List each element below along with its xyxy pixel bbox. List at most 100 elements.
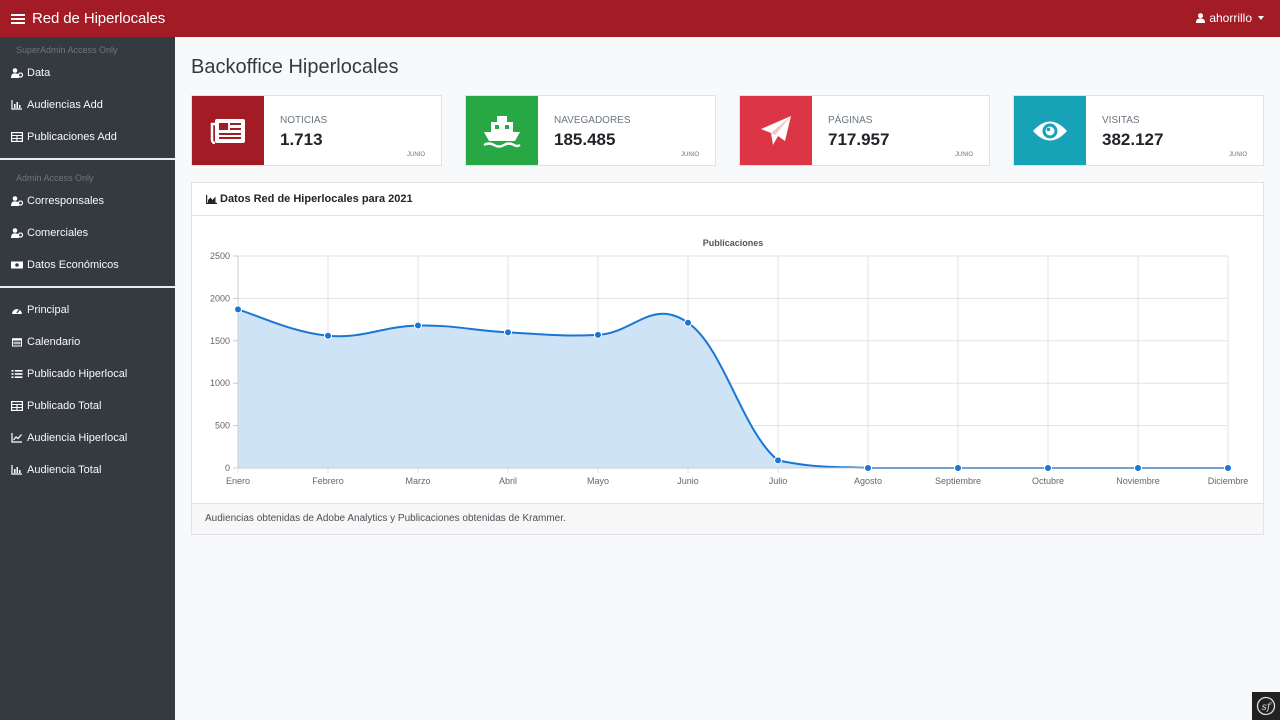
x-tick-label: Enero [226, 476, 250, 486]
y-tick-label: 0 [225, 463, 230, 473]
sidebar-item-label: Comerciales [27, 227, 89, 239]
section-heading-admin: Admin Access Only [16, 173, 94, 183]
user-cog-icon [11, 68, 23, 78]
x-tick-label: Septiembre [935, 476, 981, 486]
sidebar-item-label: Publicado Hiperlocal [27, 368, 128, 380]
sidebar-item-label: Audiencia Hiperlocal [27, 432, 128, 444]
sidebar-item-label: Audiencias Add [27, 99, 103, 111]
data-point-abril [504, 328, 512, 337]
stat-icon-box [740, 96, 812, 165]
stat-period: JUNIO [955, 152, 973, 158]
eye-icon [1033, 121, 1067, 140]
sidebar-item-label: Audiencia Total [27, 464, 102, 476]
user-icon [1196, 13, 1206, 23]
x-tick-label: Octubre [1032, 476, 1064, 486]
sidebar-item-data[interactable]: Data [0, 57, 175, 89]
y-tick-label: 2500 [210, 251, 230, 261]
stat-period: JUNIO [681, 152, 699, 158]
sidebar-item-label: Data [27, 67, 51, 79]
stat-period: JUNIO [1229, 152, 1247, 158]
data-point-junio [684, 318, 692, 327]
user-cog-icon [11, 196, 23, 206]
area-chart-icon [206, 194, 217, 204]
sidebar-item-principal[interactable]: Principal [0, 294, 175, 326]
sidebar-item-audiencia-hiperlocal[interactable]: Audiencia Hiperlocal [0, 422, 175, 454]
x-tick-label: Abril [499, 476, 517, 486]
sidebar-item-label: Calendario [27, 336, 81, 348]
stat-card-paginas: PÁGINAS 717.957 JUNIO [739, 95, 990, 166]
brand-title[interactable]: Red de Hiperlocales [32, 10, 165, 27]
sidebar-item-label: Principal [27, 304, 70, 316]
main-content: Backoffice Hiperlocales NOTICIAS 1.713 J… [175, 37, 1280, 720]
x-tick-label: Noviembre [1116, 476, 1160, 486]
data-point-septiembre [954, 464, 962, 472]
card-title: Datos Red de Hiperlocales para 2021 [220, 193, 413, 205]
x-tick-label: Diciembre [1208, 476, 1249, 486]
stat-icon-box [466, 96, 538, 165]
data-point-febrero [324, 331, 332, 340]
x-tick-label: Marzo [405, 476, 430, 486]
list-icon [11, 369, 23, 379]
data-point-marzo [414, 321, 422, 330]
data-point-diciembre [1224, 464, 1232, 472]
symfony-debug-icon[interactable]: sf [1252, 692, 1280, 720]
sidebar-item-label: Publicaciones Add [27, 131, 117, 143]
x-tick-label: Mayo [587, 476, 609, 486]
table-icon [11, 132, 23, 142]
stat-value: 382.127 [1102, 130, 1164, 149]
stat-label: NOTICIAS [280, 115, 328, 126]
sidebar-item-label: Corresponsales [27, 195, 105, 207]
stat-icon-box [1014, 96, 1086, 165]
sidebar-item-publicado-hiperlocal[interactable]: Publicado Hiperlocal [0, 358, 175, 390]
section-heading-superadmin: SuperAdmin Access Only [16, 45, 118, 55]
x-tick-label: Febrero [312, 476, 344, 486]
user-menu[interactable]: ahorrillo [1196, 11, 1264, 25]
bar-chart-icon [11, 465, 23, 475]
chart-title: Publicaciones [703, 238, 764, 248]
y-tick-label: 1500 [210, 336, 230, 346]
chart-svg: Publicaciones 0 500 1000 1500 2000 2500 Enero Fe… [210, 238, 1249, 486]
money-icon [11, 260, 23, 270]
sidebar-item-label: Publicado Total [27, 400, 102, 412]
bar-chart-icon [11, 100, 23, 110]
line-chart-icon [11, 433, 23, 443]
newspaper-icon [210, 118, 245, 144]
user-name: ahorrillo [1209, 11, 1252, 25]
card-footer: Audiencias obtenidas de Adobe Analytics … [192, 503, 1263, 534]
stat-value: 185.485 [554, 130, 616, 149]
sidebar-item-label: Datos Económicos [27, 259, 119, 271]
stat-value: 1.713 [280, 130, 323, 149]
calendar-icon [11, 337, 23, 347]
stat-label: NAVEGADORES [554, 115, 631, 126]
data-point-enero [234, 305, 242, 314]
menu-toggle-icon[interactable] [11, 13, 25, 24]
stat-label: PÁGINAS [828, 115, 873, 126]
data-point-julio [774, 456, 782, 465]
stat-period: JUNIO [407, 152, 425, 158]
x-tick-label: Julio [769, 476, 788, 486]
sidebar-item-audiencias-add[interactable]: Audiencias Add [0, 89, 175, 121]
sidebar: SuperAdmin Access Only Data Audiencias A… [0, 37, 175, 720]
sidebar-item-audiencia-total[interactable]: Audiencia Total [0, 454, 175, 486]
stat-value: 717.957 [828, 130, 890, 149]
sidebar-item-calendario[interactable]: Calendario [0, 326, 175, 358]
y-tick-label: 2000 [210, 293, 230, 303]
data-point-octubre [1044, 464, 1052, 472]
sidebar-item-datos-economicos[interactable]: Datos Económicos [0, 249, 175, 281]
data-point-mayo [594, 330, 602, 339]
ship-icon [483, 115, 521, 148]
dashboard-icon [11, 305, 23, 315]
chart-card: Datos Red de Hiperlocales para 2021 Publ… [191, 182, 1264, 535]
stat-label: VISITAS [1102, 115, 1140, 126]
sidebar-item-corresponsales[interactable]: Corresponsales [0, 185, 175, 217]
sidebar-item-publicado-total[interactable]: Publicado Total [0, 390, 175, 422]
card-header: Datos Red de Hiperlocales para 2021 [192, 183, 1263, 216]
stat-card-visitas: VISITAS 382.127 JUNIO [1013, 95, 1264, 166]
chevron-down-icon [1258, 16, 1264, 20]
user-cog-icon [11, 228, 23, 238]
y-tick-label: 500 [215, 421, 230, 431]
stat-icon-box [192, 96, 264, 165]
sidebar-item-comerciales[interactable]: Comerciales [0, 217, 175, 249]
sidebar-item-publicaciones-add[interactable]: Publicaciones Add [0, 121, 175, 153]
x-tick-label: Agosto [854, 476, 882, 486]
